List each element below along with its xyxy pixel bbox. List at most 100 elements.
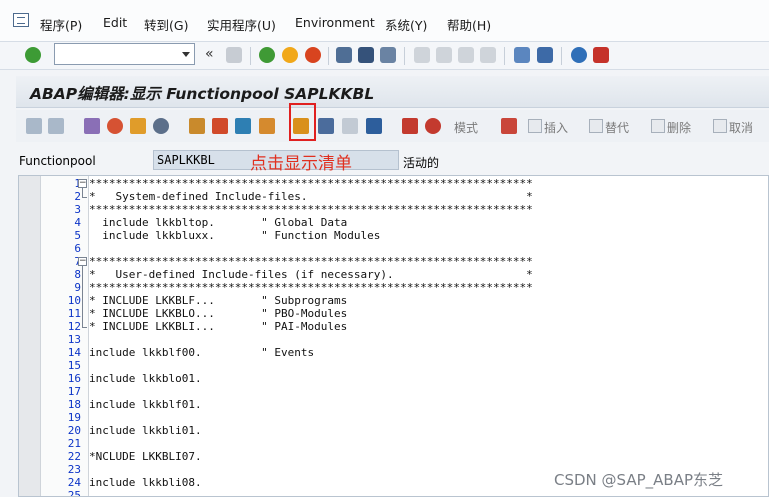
code-line[interactable]: include lkkbluxx. " Function Modules (89, 229, 380, 242)
code-line[interactable]: ****************************************… (89, 281, 533, 294)
find-icon[interactable] (358, 47, 374, 63)
insert-button[interactable]: 插入 (544, 119, 568, 136)
chevron-down-icon[interactable] (182, 52, 190, 57)
stop-icon[interactable] (425, 118, 441, 134)
code-line[interactable]: include lkkblf01. (89, 398, 202, 411)
navigation-window-icon[interactable] (318, 118, 334, 134)
exit-icon[interactable] (282, 47, 298, 63)
delete-icon (651, 119, 665, 133)
menu-program[interactable]: 程序(P) (40, 15, 82, 34)
delete-button[interactable]: 删除 (667, 119, 691, 136)
code-line[interactable]: include lkkblf00. " Events (89, 346, 314, 359)
print-icon[interactable] (336, 47, 352, 63)
help-icon[interactable] (571, 47, 587, 63)
info-icon[interactable] (366, 118, 382, 134)
menu-edit[interactable]: Edit (103, 15, 127, 30)
fold-line (82, 188, 83, 197)
code-editor[interactable]: 1 ***************************************… (18, 175, 769, 497)
toolbar-separator (504, 47, 505, 65)
find-next-icon[interactable] (380, 47, 396, 63)
where-used-icon[interactable] (235, 118, 251, 134)
line-number: 18 (67, 398, 81, 411)
test-icon[interactable] (212, 118, 228, 134)
annotation-text: 点击显示清单 (250, 154, 352, 174)
line-number: 11 (67, 307, 81, 320)
title-bar: ABAP编辑器:显示 Functionpool SAPLKKBL (16, 76, 769, 108)
pattern-button[interactable]: 模式 (454, 119, 478, 136)
code-line[interactable]: * User-defined Include-files (if necessa… (89, 268, 533, 281)
line-number: 9 (74, 281, 81, 294)
fold-toggle-icon[interactable]: − (78, 179, 87, 188)
next-page-icon[interactable] (458, 47, 474, 63)
enter-icon[interactable] (25, 47, 41, 63)
last-page-icon[interactable] (480, 47, 496, 63)
code-line[interactable]: *NCLUDE LKKBLI07. (89, 450, 202, 463)
menu-utilities[interactable]: 实用程序(U) (207, 15, 276, 34)
line-number: 20 (67, 424, 81, 437)
fold-end (82, 197, 87, 198)
previous-page-icon[interactable] (436, 47, 452, 63)
line-number: 13 (67, 333, 81, 346)
layout-icon[interactable] (342, 118, 358, 134)
command-field[interactable] (54, 43, 195, 65)
code-line[interactable]: * System-defined Include-files. * (89, 190, 533, 203)
active-inactive-icon[interactable] (107, 118, 123, 134)
standard-toolbar: « (0, 42, 769, 70)
code-line[interactable]: * INCLUDE LKKBLF... " Subprograms (89, 294, 347, 307)
code-line[interactable]: * INCLUDE LKKBLI... " PAI-Modules (89, 320, 347, 333)
collapse-icon[interactable]: « (205, 46, 214, 62)
first-page-icon[interactable] (414, 47, 430, 63)
breakpoint-icon[interactable] (402, 118, 418, 134)
code-line[interactable]: include lkkbli08. (89, 476, 202, 489)
menu-goto[interactable]: 转到(G) (144, 15, 188, 34)
code-line[interactable]: include lkkbltop. " Global Data (89, 216, 347, 229)
fold-end (82, 327, 87, 328)
code-line[interactable]: include lkkbli01. (89, 424, 202, 437)
fold-toggle-icon[interactable]: − (78, 257, 87, 266)
system-menu-icon[interactable] (13, 13, 29, 27)
line-number: 10 (67, 294, 81, 307)
line-number: 3 (74, 203, 81, 216)
menu-bar: 程序(P) Edit 转到(G) 实用程序(U) Environment 系统(… (0, 0, 769, 42)
cancel-icon[interactable] (305, 47, 321, 63)
menu-system[interactable]: 系统(Y) (385, 15, 427, 34)
forward-arrow-icon[interactable] (48, 118, 64, 134)
line-number: 5 (74, 229, 81, 242)
code-line[interactable]: * INCLUDE LKKBLO... " PBO-Modules (89, 307, 347, 320)
back-icon[interactable] (259, 47, 275, 63)
toolbar-separator (404, 47, 405, 65)
replace-icon (589, 119, 603, 133)
replace-button[interactable]: 替代 (605, 119, 629, 136)
pretty-printer-icon[interactable] (501, 118, 517, 134)
cancel-button[interactable]: 取消 (729, 119, 753, 136)
activate-icon[interactable] (189, 118, 205, 134)
new-session-icon[interactable] (514, 47, 530, 63)
menu-environment[interactable]: Environment (295, 15, 375, 30)
save-icon[interactable] (226, 47, 242, 63)
shortcut-icon[interactable] (537, 47, 553, 63)
line-number: 7 (41, 255, 81, 268)
customize-layout-icon[interactable] (593, 47, 609, 63)
back-arrow-icon[interactable] (26, 118, 42, 134)
code-line[interactable]: include lkkblo01. (89, 372, 202, 385)
check-icon[interactable] (153, 118, 169, 134)
line-number: 25 (67, 489, 81, 497)
toolbar-separator (561, 47, 562, 65)
line-number: 17 (67, 385, 81, 398)
menu-help[interactable]: 帮助(H) (447, 15, 491, 34)
display-change-icon[interactable] (84, 118, 100, 134)
line-number: 14 (67, 346, 81, 359)
line-number: 24 (67, 476, 81, 489)
code-line[interactable]: ****************************************… (89, 177, 533, 190)
code-line[interactable]: ****************************************… (89, 203, 533, 216)
line-number: 8 (74, 268, 81, 281)
line-number: 23 (67, 463, 81, 476)
watermark: CSDN @SAP_ABAP东芝 (554, 471, 723, 489)
code-line[interactable]: ****************************************… (89, 255, 533, 268)
object-list-icon[interactable] (259, 118, 275, 134)
line-number: 19 (67, 411, 81, 424)
undo-icon (713, 119, 727, 133)
other-object-icon[interactable] (130, 118, 146, 134)
line-number: 12 (67, 320, 81, 333)
highlight-box (289, 103, 316, 141)
